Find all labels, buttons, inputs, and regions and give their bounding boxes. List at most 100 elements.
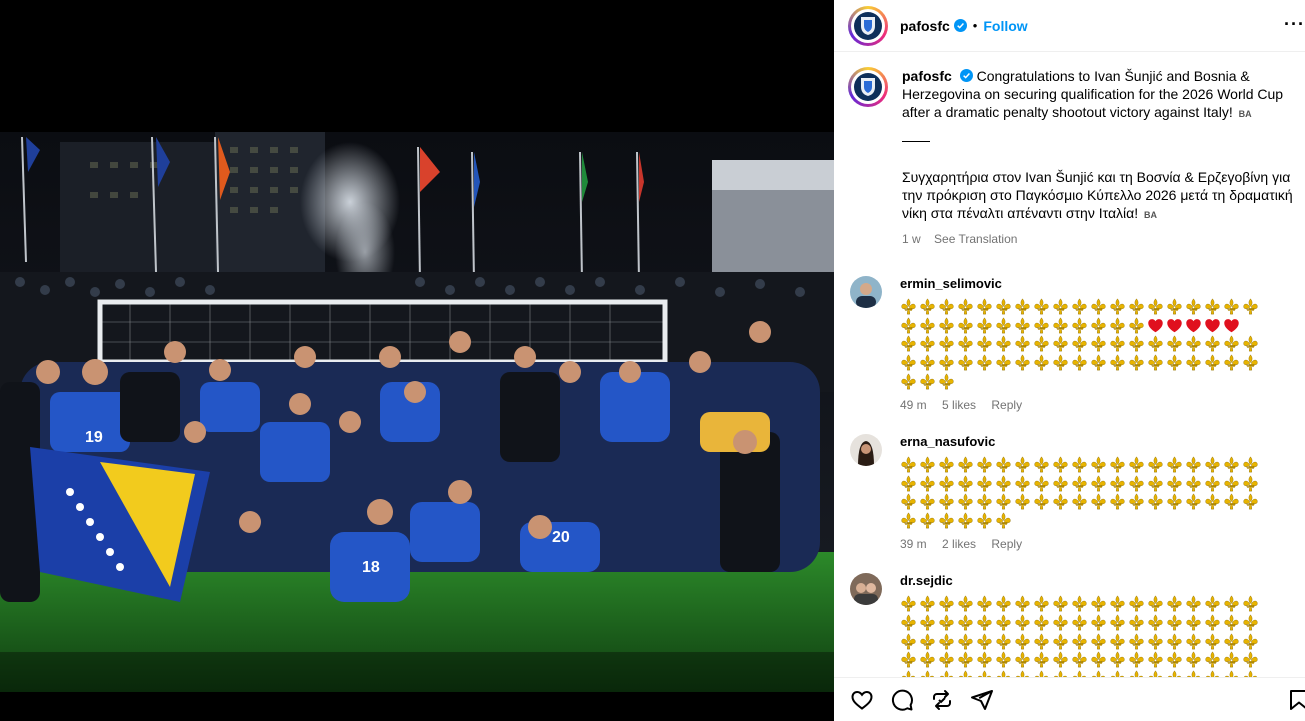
fleur-de-lis-icon	[939, 595, 954, 612]
fleur-de-lis-icon	[901, 670, 916, 677]
fleur-de-lis-icon	[1148, 595, 1163, 612]
repost-icon[interactable]	[930, 688, 954, 712]
fleur-de-lis-icon	[1034, 335, 1049, 352]
fleur-de-lis-icon	[1148, 651, 1163, 668]
header-username[interactable]: pafosfc	[900, 18, 950, 34]
comment-meta: 49 m 5 likes Reply	[900, 398, 1291, 412]
fleur-de-lis-icon	[996, 298, 1011, 315]
caption-greek: Συγχαρητήρια στον Ivan Šunjić και τη Βοσ…	[902, 168, 1305, 224]
comment-username[interactable]: dr.sejdic	[900, 573, 1291, 589]
fleur-de-lis-icon	[1205, 651, 1220, 668]
fleur-de-lis-icon	[958, 512, 973, 529]
fleur-de-lis-icon	[958, 475, 973, 491]
fleur-de-lis-icon	[1186, 493, 1201, 510]
fleur-de-lis-icon	[1129, 456, 1144, 473]
fleur-de-lis-icon	[1110, 651, 1125, 668]
save-icon[interactable]	[1287, 688, 1305, 712]
fleur-de-lis-icon	[1224, 354, 1239, 371]
fleur-de-lis-icon	[1053, 335, 1068, 352]
fleur-de-lis-icon	[1072, 456, 1087, 473]
more-icon[interactable]: ···	[1284, 14, 1305, 35]
fleur-de-lis-icon	[1091, 493, 1106, 510]
fleur-de-lis-icon	[1224, 595, 1239, 612]
fleur-de-lis-icon	[996, 614, 1011, 631]
commenter-avatar[interactable]	[850, 276, 882, 308]
profile-avatar[interactable]	[848, 5, 888, 46]
red-heart-icon	[1186, 318, 1201, 332]
post-header: pafosfc • Follow ···	[834, 0, 1305, 52]
fleur-de-lis-icon	[1205, 354, 1220, 371]
fleur-de-lis-icon	[1224, 298, 1239, 315]
fleur-de-lis-icon	[1053, 651, 1068, 668]
fleur-de-lis-icon	[977, 475, 992, 491]
caption-username[interactable]: pafosfc	[902, 68, 952, 84]
fleur-de-lis-icon	[1034, 595, 1049, 612]
reply-button[interactable]: Reply	[991, 537, 1022, 551]
fleur-de-lis-icon	[1053, 317, 1068, 333]
comment-item: ermin_selimovic 49 m 5 likes Reply	[834, 276, 1305, 412]
fleur-de-lis-icon	[1110, 614, 1125, 631]
fleur-de-lis-icon	[901, 614, 916, 631]
comment-username[interactable]: erna_nasufovic	[900, 434, 1291, 450]
comment-icon[interactable]	[890, 688, 914, 712]
fleur-de-lis-icon	[1034, 493, 1049, 510]
reply-button[interactable]: Reply	[991, 398, 1022, 412]
fleur-de-lis-icon	[1053, 475, 1068, 491]
fleur-de-lis-icon	[901, 651, 916, 668]
commenter-avatar[interactable]	[850, 433, 882, 466]
fleur-de-lis-icon	[1129, 317, 1144, 333]
post-photo[interactable]: 19 18 20	[0, 132, 834, 692]
fleur-de-lis-icon	[1224, 633, 1239, 649]
verified-icon	[953, 19, 967, 32]
caption-avatar[interactable]	[848, 67, 888, 107]
fleur-de-lis-icon	[1243, 670, 1258, 677]
fleur-de-lis-icon	[1129, 633, 1144, 649]
fleur-de-lis-icon	[1110, 595, 1125, 612]
red-heart-icon	[1148, 318, 1163, 332]
share-icon[interactable]	[970, 688, 994, 712]
fleur-de-lis-icon	[1034, 651, 1049, 668]
fleur-de-lis-icon	[977, 633, 992, 649]
fleur-de-lis-icon	[1053, 298, 1068, 315]
commenter-avatar[interactable]	[850, 573, 882, 606]
fleur-de-lis-icon	[958, 670, 973, 677]
comment-username[interactable]: ermin_selimovic	[900, 276, 1291, 292]
fleur-de-lis-icon	[939, 298, 954, 315]
fleur-de-lis-icon	[939, 456, 954, 473]
fleur-de-lis-icon	[920, 651, 935, 668]
comments-scroll-area[interactable]: pafosfc Congratulations to Ivan Šunjić a…	[834, 53, 1305, 677]
fleur-de-lis-icon	[1110, 475, 1125, 491]
fleur-de-lis-icon	[1243, 633, 1258, 649]
fleur-de-lis-icon	[1167, 633, 1182, 649]
fleur-de-lis-icon	[1148, 354, 1163, 371]
fleur-de-lis-icon	[1034, 456, 1049, 473]
flag-emoji-ba-2: BA	[1144, 210, 1158, 220]
fleur-de-lis-icon	[920, 317, 935, 333]
fleur-de-lis-icon	[958, 614, 973, 631]
comment-likes[interactable]: 2 likes	[942, 537, 976, 551]
follow-button[interactable]: Follow	[983, 18, 1027, 34]
see-translation-link[interactable]: See Translation	[934, 232, 1017, 246]
fleur-de-lis-icon	[1243, 335, 1258, 352]
fleur-de-lis-icon	[901, 475, 916, 491]
fleur-de-lis-icon	[977, 512, 992, 529]
fleur-de-lis-icon	[958, 298, 973, 315]
fleur-de-lis-icon	[939, 614, 954, 631]
fleur-de-lis-icon	[1034, 614, 1049, 631]
fleur-de-lis-icon	[920, 298, 935, 315]
fleur-de-lis-icon	[1167, 475, 1182, 491]
fleur-de-lis-icon	[1091, 651, 1106, 668]
fleur-de-lis-icon	[977, 335, 992, 352]
heart-icon[interactable]	[850, 688, 874, 712]
fleur-de-lis-icon	[901, 317, 916, 333]
fleur-de-lis-icon	[920, 595, 935, 612]
instagram-post-view: 19 18 20 pafosfc • Follow ··· pafosfc Co…	[0, 0, 1305, 721]
comment-likes[interactable]: 5 likes	[942, 398, 976, 412]
fleur-de-lis-icon	[958, 354, 973, 371]
fleur-de-lis-icon	[1243, 651, 1258, 668]
fleur-de-lis-icon	[996, 335, 1011, 352]
caption-text-gr: Συγχαρητήρια στον Ivan Šunjić και τη Βοσ…	[902, 169, 1293, 221]
fleur-de-lis-icon	[958, 493, 973, 510]
svg-text:18: 18	[362, 559, 380, 576]
fleur-de-lis-icon	[996, 456, 1011, 473]
